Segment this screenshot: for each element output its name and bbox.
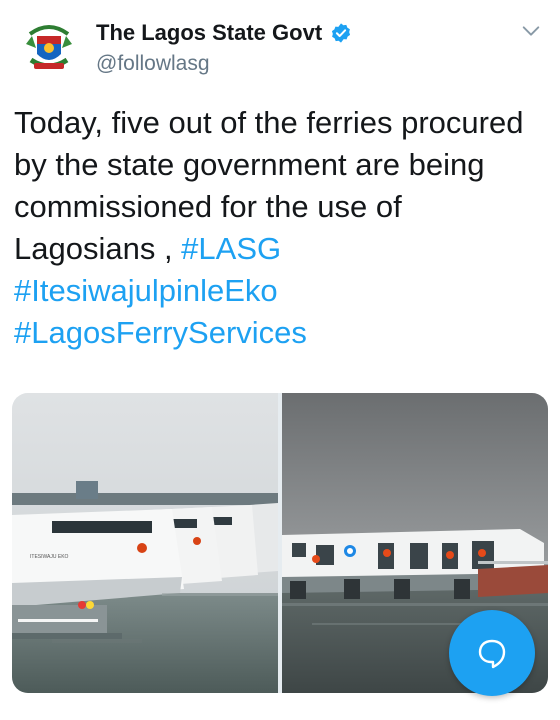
reply-bubble-icon (478, 639, 506, 669)
tweet-text: Today, five out of the ferries procured … (14, 102, 549, 354)
hashtag-lasg[interactable]: #LASG (181, 231, 281, 266)
lagos-crest-icon (16, 14, 82, 80)
chevron-down-icon[interactable] (520, 20, 542, 42)
verified-badge-icon (332, 23, 351, 43)
avatar[interactable] (16, 14, 82, 80)
author-handle[interactable]: @followlasg (96, 52, 352, 76)
tweet-header: The Lagos State Govt @followlasg (0, 0, 560, 90)
reply-fab[interactable] (449, 610, 535, 696)
hashtag-lagos-ferry-services[interactable]: #LagosFerryServices (14, 315, 307, 350)
author-names: The Lagos State Govt @followlasg (96, 16, 352, 76)
display-name[interactable]: The Lagos State Govt (96, 20, 322, 46)
hashtag-itesiwaju[interactable]: #ItesiwajulpinleEko (14, 273, 278, 308)
hull-label: ITESIWAJU EKO (30, 554, 69, 560)
display-name-row: The Lagos State Govt (96, 16, 352, 50)
ferry-row-photo[interactable]: ITESIWAJU EKO (12, 393, 278, 693)
ferry-row-image: ITESIWAJU EKO (12, 393, 278, 693)
